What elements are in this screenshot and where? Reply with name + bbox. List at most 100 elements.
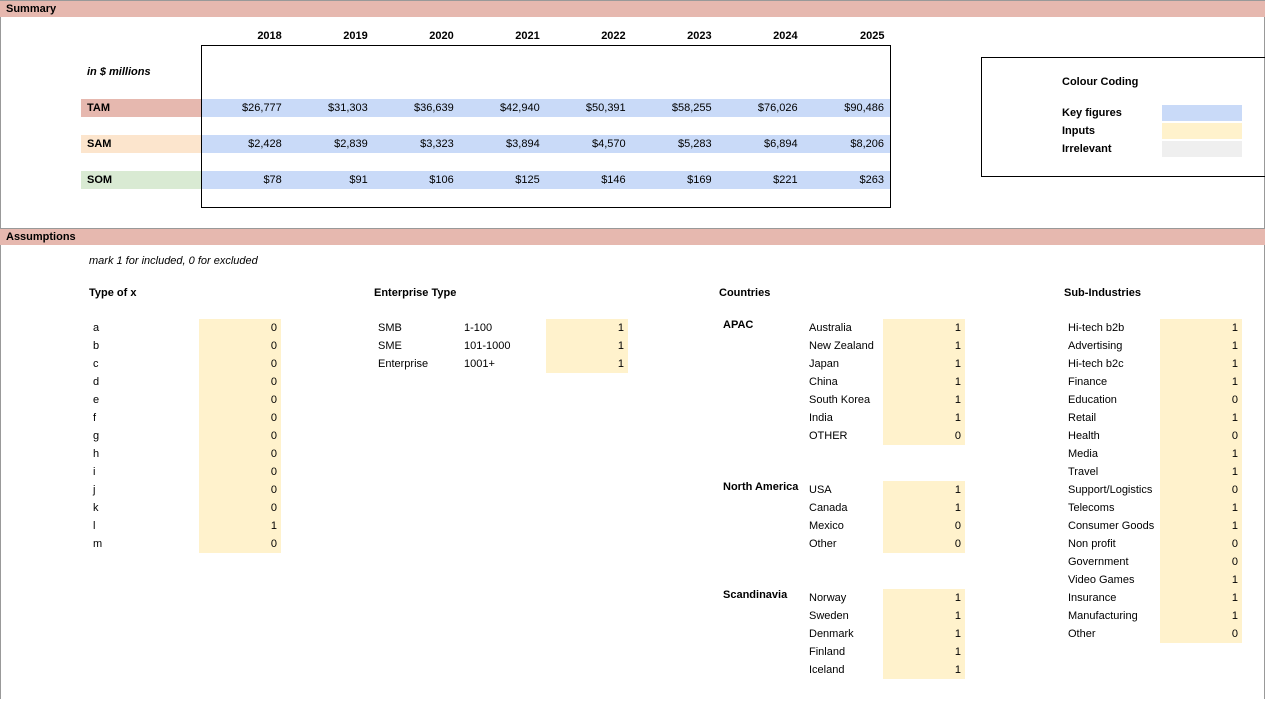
sub-industry-value[interactable]: 0 [1160,391,1242,409]
country-value[interactable]: 1 [883,319,965,337]
country-value[interactable]: 0 [883,517,965,535]
sub-industry-value[interactable]: 1 [1160,499,1242,517]
som-cell[interactable]: $91 [288,171,374,189]
year-2018: 2018 [201,27,288,45]
som-cell[interactable]: $221 [718,171,804,189]
type-x-value[interactable]: 0 [199,463,281,481]
country-value[interactable]: 0 [883,427,965,445]
sub-industry-value[interactable]: 0 [1160,535,1242,553]
type-x-value[interactable]: 0 [199,391,281,409]
country-row: Iceland1 [719,661,965,679]
type-x-row: e0 [89,391,281,409]
som-cell[interactable]: $78 [201,171,288,189]
sam-cell[interactable]: $2,428 [201,135,288,153]
country-value[interactable]: 1 [883,391,965,409]
type-x-name: f [89,409,199,427]
type-x-value[interactable]: 0 [199,535,281,553]
type-x-value[interactable]: 0 [199,409,281,427]
sam-cell[interactable]: $8,206 [804,135,891,153]
sub-industry-row: Non profit0 [1064,535,1242,553]
country-row: APACAustralia1 [719,319,965,337]
sam-cell[interactable]: $5,283 [632,135,718,153]
sub-industry-value[interactable]: 1 [1160,373,1242,391]
country-row: Japan1 [719,355,965,373]
sub-industry-value[interactable]: 1 [1160,517,1242,535]
country-name: Iceland [805,661,883,679]
sub-industry-value[interactable]: 1 [1160,355,1242,373]
type-x-value[interactable]: 0 [199,445,281,463]
sam-cell[interactable]: $3,894 [460,135,546,153]
som-cell[interactable]: $125 [460,171,546,189]
type-x-value[interactable]: 0 [199,481,281,499]
type-x-value[interactable]: 0 [199,373,281,391]
country-value[interactable]: 1 [883,661,965,679]
sam-row: SAM $2,428 $2,839 $3,323 $3,894 $4,570 $… [81,135,891,153]
enterprise-value[interactable]: 1 [546,319,628,337]
type-x-row: a0 [89,319,281,337]
country-value[interactable]: 1 [883,499,965,517]
tam-cell[interactable]: $31,303 [288,99,374,117]
country-value[interactable]: 1 [883,643,965,661]
sub-industry-value[interactable]: 0 [1160,625,1242,643]
type-x-value[interactable]: 0 [199,499,281,517]
tam-cell[interactable]: $36,639 [374,99,460,117]
sam-cell[interactable]: $6,894 [718,135,804,153]
type-x-value[interactable]: 0 [199,427,281,445]
sub-industry-name: Video Games [1064,571,1160,589]
sub-industry-value[interactable]: 1 [1160,589,1242,607]
enterprise-range: 101-1000 [460,337,546,355]
country-value[interactable]: 1 [883,607,965,625]
sub-industry-value[interactable]: 1 [1160,571,1242,589]
sam-label: SAM [81,135,201,153]
som-cell[interactable]: $146 [546,171,632,189]
type-x-value[interactable]: 1 [199,517,281,535]
sub-industry-row: Finance1 [1064,373,1242,391]
country-value[interactable]: 1 [883,337,965,355]
country-name: New Zealand [805,337,883,355]
country-value[interactable]: 1 [883,373,965,391]
sub-industry-value[interactable]: 1 [1160,337,1242,355]
enterprise-value[interactable]: 1 [546,337,628,355]
type-x-value[interactable]: 0 [199,337,281,355]
sub-industry-name: Health [1064,427,1160,445]
country-row: Other0 [719,535,965,553]
sub-industry-value[interactable]: 1 [1160,319,1242,337]
tam-cell[interactable]: $26,777 [201,99,288,117]
tam-cell[interactable]: $90,486 [804,99,891,117]
som-cell[interactable]: $169 [632,171,718,189]
sam-cell[interactable]: $3,323 [374,135,460,153]
tam-cell[interactable]: $76,026 [718,99,804,117]
country-value[interactable]: 1 [883,589,965,607]
country-value[interactable]: 1 [883,481,965,499]
tam-cell[interactable]: $50,391 [546,99,632,117]
country-value[interactable]: 1 [883,355,965,373]
tam-cell[interactable]: $58,255 [632,99,718,117]
sub-industry-value[interactable]: 1 [1160,409,1242,427]
enterprise-value[interactable]: 1 [546,355,628,373]
sam-cell[interactable]: $2,839 [288,135,374,153]
som-cell[interactable]: $263 [804,171,891,189]
sub-industry-row: Other0 [1064,625,1242,643]
year-2020: 2020 [374,27,460,45]
legend-key-figures-label: Key figures [1062,107,1162,119]
tam-cell[interactable]: $42,940 [460,99,546,117]
sub-industry-value[interactable]: 0 [1160,481,1242,499]
sub-industry-value[interactable]: 0 [1160,553,1242,571]
country-value[interactable]: 1 [883,625,965,643]
country-value[interactable]: 1 [883,409,965,427]
type-x-value[interactable]: 0 [199,355,281,373]
country-value[interactable]: 0 [883,535,965,553]
sub-industry-row: Hi-tech b2b1 [1064,319,1242,337]
enterprise-table: SMB1-1001SME101-10001Enterprise1001+1 [374,319,628,373]
swatch-irrelevant [1162,141,1242,157]
som-cell[interactable]: $106 [374,171,460,189]
sub-industry-value[interactable]: 1 [1160,463,1242,481]
sub-industry-value[interactable]: 1 [1160,607,1242,625]
sub-industry-name: Hi-tech b2c [1064,355,1160,373]
sub-industry-value[interactable]: 1 [1160,445,1242,463]
sub-industry-row: Retail1 [1064,409,1242,427]
type-x-value[interactable]: 0 [199,319,281,337]
sub-industry-name: Support/Logistics [1064,481,1160,499]
sam-cell[interactable]: $4,570 [546,135,632,153]
sub-industry-value[interactable]: 0 [1160,427,1242,445]
